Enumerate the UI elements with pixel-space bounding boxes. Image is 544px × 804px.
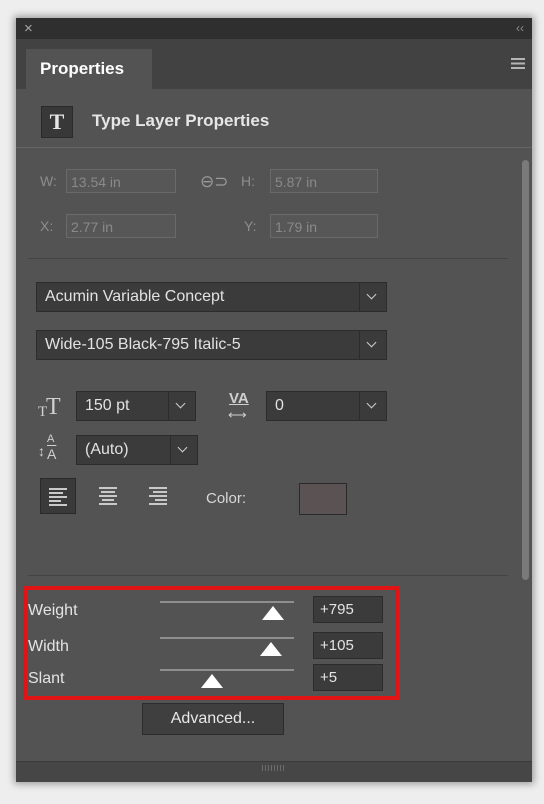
- collapse-panel-icon[interactable]: ‹‹: [516, 19, 524, 38]
- tab-properties[interactable]: Properties: [26, 49, 152, 89]
- align-right-button[interactable]: [140, 478, 176, 514]
- chevron-down-icon: [168, 392, 195, 420]
- panel-title: Type Layer Properties: [92, 111, 270, 130]
- height-field[interactable]: 5.87 in: [270, 169, 378, 193]
- font-size-dropdown[interactable]: 150 pt: [76, 391, 196, 421]
- panel-tab-strip: Properties: [16, 39, 532, 89]
- align-center-button[interactable]: [90, 478, 126, 514]
- type-layer-icon: T: [41, 106, 73, 138]
- width-field[interactable]: 13.54 in: [66, 169, 176, 193]
- font-size-icon: T T: [38, 394, 61, 420]
- chevron-down-icon: [170, 436, 197, 464]
- panel-header: T Type Layer Properties: [16, 89, 532, 148]
- font-size-value: 150 pt: [85, 397, 130, 414]
- scrollbar-thumb[interactable]: [522, 160, 529, 580]
- leading-dropdown[interactable]: (Auto): [76, 435, 198, 465]
- chevron-down-icon: [359, 331, 386, 359]
- font-style-value: Wide-105 Black-795 Italic-5: [45, 336, 241, 353]
- panel-menu-icon[interactable]: [511, 58, 525, 69]
- tracking-dropdown[interactable]: 0: [266, 391, 387, 421]
- width-label: W:: [40, 173, 57, 189]
- x-label: X:: [40, 218, 54, 234]
- section-divider: [28, 258, 508, 259]
- tracking-icon: VA ⟷: [228, 390, 249, 422]
- resize-grip-icon[interactable]: [262, 765, 286, 771]
- tracking-value: 0: [275, 397, 284, 414]
- font-style-dropdown[interactable]: Wide-105 Black-795 Italic-5: [36, 330, 387, 360]
- color-swatch[interactable]: [299, 483, 347, 515]
- section-divider: [28, 575, 508, 576]
- leading-icon: ↕ A A: [38, 433, 57, 462]
- close-icon[interactable]: ×: [24, 19, 33, 38]
- height-label: H:: [241, 173, 255, 189]
- font-family-dropdown[interactable]: Acumin Variable Concept: [36, 282, 387, 312]
- properties-panel: × ‹‹ Properties T Type Layer Properties …: [16, 18, 532, 782]
- leading-value: (Auto): [85, 441, 129, 458]
- font-family-value: Acumin Variable Concept: [45, 288, 225, 305]
- y-position-field[interactable]: 1.79 in: [270, 214, 378, 238]
- advanced-button[interactable]: Advanced...: [142, 703, 284, 735]
- y-label: Y:: [244, 218, 257, 234]
- chevron-down-icon: [359, 283, 386, 311]
- highlight-box: [23, 586, 399, 700]
- link-dimensions-icon[interactable]: ⊖⊃: [200, 172, 229, 192]
- panel-footer: [16, 761, 532, 782]
- align-left-button[interactable]: [40, 478, 76, 514]
- x-position-field[interactable]: 2.77 in: [66, 214, 176, 238]
- panel-titlebar: × ‹‹: [16, 18, 532, 39]
- color-label: Color:: [206, 490, 247, 507]
- chevron-down-icon: [359, 392, 386, 420]
